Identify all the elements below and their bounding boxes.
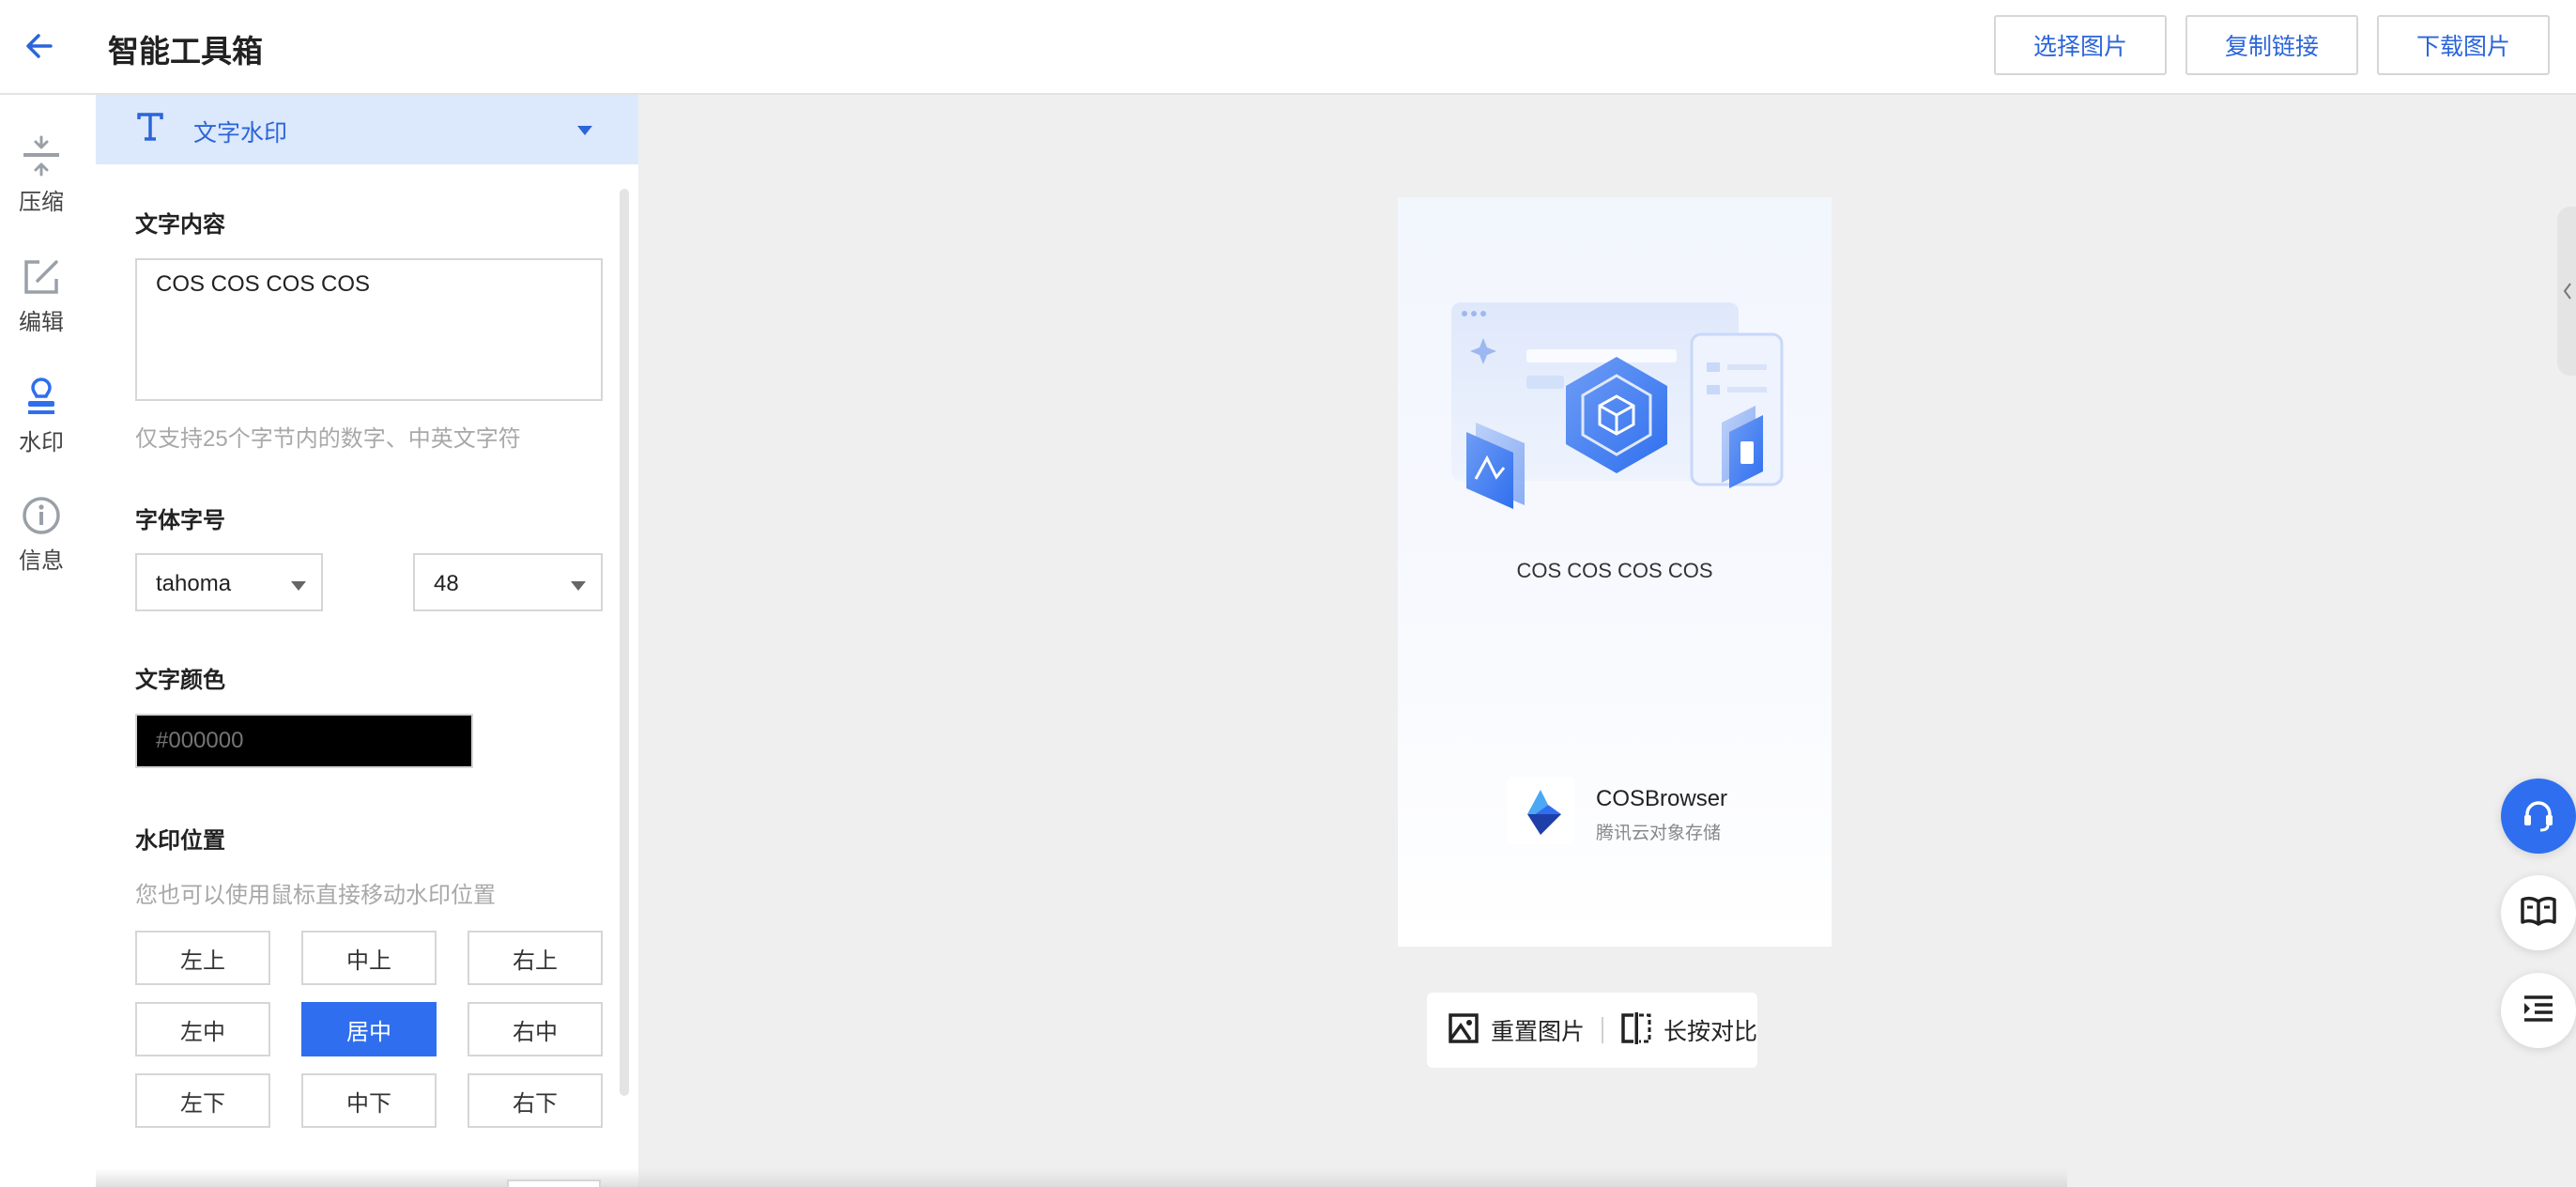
position-bottom-right-button[interactable]: 右下	[468, 1073, 603, 1128]
watermark-type-dropdown[interactable]: 文字水印	[96, 95, 638, 164]
position-middle-left-button[interactable]: 左中	[135, 1002, 270, 1056]
select-image-button[interactable]: 选择图片	[1994, 15, 2167, 75]
watermark-text-input[interactable]: COS COS COS COS	[135, 258, 603, 401]
info-icon	[21, 495, 62, 536]
support-button[interactable]	[2501, 778, 2576, 854]
rail-item-info[interactable]: 信息	[0, 495, 83, 575]
stamp-icon	[21, 375, 62, 418]
docs-button[interactable]	[2501, 875, 2576, 950]
font-family-value: tahoma	[156, 571, 232, 596]
rail-item-watermark[interactable]: 水印	[0, 375, 83, 456]
font-family-select[interactable]: tahoma	[135, 553, 323, 611]
compare-icon	[1620, 1011, 1652, 1049]
rail-item-compress[interactable]: 压缩	[0, 134, 83, 216]
bottom-shadow	[96, 1168, 2067, 1187]
position-top-left-button[interactable]: 左上	[135, 931, 270, 985]
back-arrow-icon[interactable]	[21, 26, 60, 66]
preview-toolbar: 重置图片 长按对比	[1427, 993, 1757, 1068]
reset-image-label: 重置图片	[1491, 1019, 1586, 1045]
rail-label-info: 信息	[19, 548, 64, 574]
image-icon	[1448, 1012, 1480, 1049]
watermark-position-title: 水印位置	[135, 828, 225, 854]
app-title: 智能工具箱	[108, 34, 263, 69]
panel-scrollbar[interactable]	[620, 189, 629, 1096]
compare-button[interactable]: 长按对比	[1620, 993, 1757, 1068]
chevron-down-icon	[571, 578, 586, 595]
position-top-center-button[interactable]: 中上	[301, 931, 437, 985]
list-menu-icon	[2520, 990, 2557, 1032]
image-preview[interactable]: COS COS COS COS COSBrowser 腾讯云对象存储	[1398, 197, 1832, 947]
watermark-position-hint: 您也可以使用鼠标直接移动水印位置	[135, 883, 496, 908]
tool-rail: 压缩 编辑 水印 信息	[0, 95, 96, 1187]
text-content-hint: 仅支持25个字节内的数字、中英文字符	[135, 426, 521, 452]
font-settings-title: 字体字号	[135, 508, 225, 533]
position-bottom-center-button[interactable]: 中下	[301, 1073, 437, 1128]
rail-label-watermark: 水印	[19, 430, 64, 455]
watermark-type-label: 文字水印	[193, 120, 288, 146]
compare-label: 长按对比	[1664, 1019, 1758, 1045]
font-size-value: 48	[434, 571, 459, 596]
cos-illustration	[1451, 302, 1784, 509]
text-color-input[interactable]	[135, 714, 473, 768]
toolbar-divider	[1602, 1017, 1603, 1043]
brand-name: COSBrowser	[1596, 786, 1728, 811]
font-size-select[interactable]: 48	[413, 553, 603, 611]
copy-link-button[interactable]: 复制链接	[2185, 15, 2358, 75]
download-image-button[interactable]: 下载图片	[2377, 15, 2550, 75]
cosbrowser-logo	[1507, 777, 1574, 844]
position-middle-right-button[interactable]: 右中	[468, 1002, 603, 1056]
text-t-icon	[136, 111, 164, 143]
menu-button[interactable]	[2501, 973, 2576, 1048]
chevron-left-icon	[2563, 283, 2571, 300]
rail-label-edit: 编辑	[19, 310, 64, 335]
compress-icon	[21, 134, 62, 177]
rail-label-compress: 压缩	[19, 190, 64, 215]
open-book-icon	[2520, 892, 2557, 934]
watermark-text-overlay[interactable]: COS COS COS COS	[1398, 559, 1832, 583]
reset-image-button[interactable]: 重置图片	[1448, 993, 1585, 1068]
rail-item-edit[interactable]: 编辑	[0, 256, 83, 336]
chevron-down-icon	[577, 123, 592, 140]
position-bottom-left-button[interactable]: 左下	[135, 1073, 270, 1128]
text-color-title: 文字颜色	[135, 668, 225, 693]
edit-icon	[21, 256, 62, 298]
chevron-down-icon	[291, 578, 306, 595]
position-center-button[interactable]: 居中	[301, 1002, 437, 1056]
brand-subtitle: 腾讯云对象存储	[1596, 824, 1722, 843]
headset-icon	[2520, 795, 2557, 838]
top-header: 智能工具箱 选择图片 复制链接 下载图片	[0, 0, 2576, 95]
watermark-settings-panel: 文字水印 文字内容 COS COS COS COS 仅支持25个字节内的数字、中…	[96, 95, 638, 1187]
side-collapse-tab[interactable]	[2557, 207, 2576, 376]
text-content-title: 文字内容	[135, 212, 225, 238]
panel-footer-button-edge[interactable]	[507, 1179, 601, 1187]
position-top-right-button[interactable]: 右上	[468, 931, 603, 985]
